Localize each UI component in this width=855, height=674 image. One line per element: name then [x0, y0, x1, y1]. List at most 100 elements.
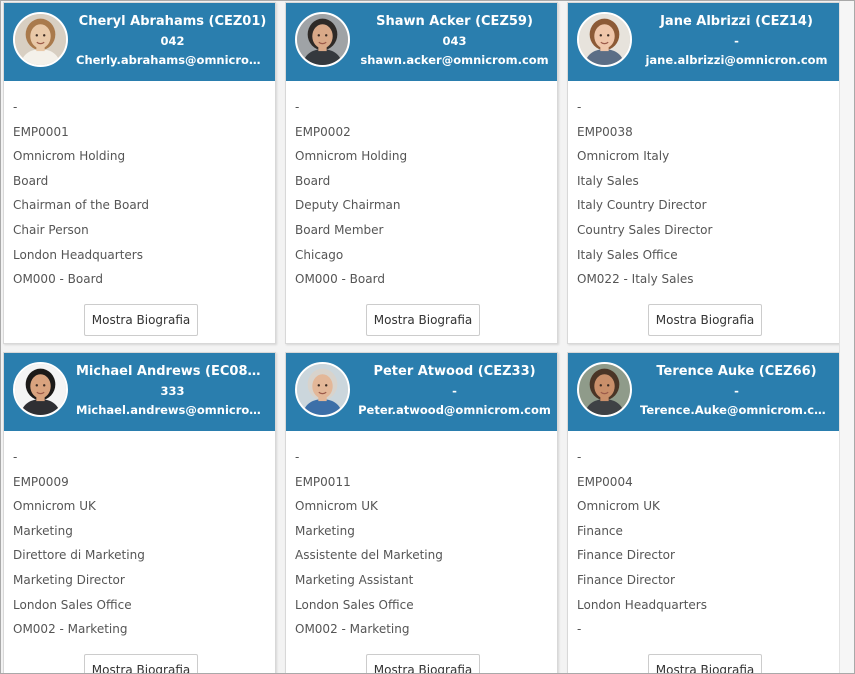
employee-name: Peter Atwood (CEZ33) — [373, 364, 536, 379]
field-department: Marketing — [13, 523, 73, 538]
field-office: Italy Sales Office — [577, 247, 678, 262]
employee-card: Jane Albrizzi (CEZ14) - jane.albrizzi@om… — [567, 2, 840, 344]
person-photo-icon — [15, 364, 66, 415]
employee-name: Jane Albrizzi (CEZ14) — [660, 14, 813, 29]
employee-email: Cherly.abrahams@omnicrom.c... — [76, 53, 269, 67]
field-extension: - — [577, 100, 582, 114]
show-biography-button[interactable]: Mostra Biografia — [648, 304, 762, 336]
field-job-title-local: Finance Director — [577, 548, 675, 563]
field-employee-id: EMP0009 — [13, 474, 69, 489]
employee-code: 042 — [160, 34, 185, 48]
field-cost-center: OM002 - Marketing — [13, 622, 128, 637]
employee-card: Shawn Acker (CEZ59) 043 shawn.acker@omni… — [285, 2, 558, 344]
field-extension: - — [13, 100, 18, 114]
avatar — [295, 362, 350, 417]
employee-email: jane.albrizzi@omnicron.com — [645, 53, 828, 67]
card-details: - EMP0001 Omnicrom Holding Board Chairman of… — [13, 95, 269, 292]
card-header-info: Peter Atwood (CEZ33) - Peter.atwood@omni… — [358, 353, 551, 419]
employee-card: Terence Auke (CEZ66) - Terence.Auke@omni… — [567, 352, 840, 673]
field-cost-center: OM002 - Marketing — [295, 622, 410, 637]
avatar — [13, 362, 68, 417]
field-employee-id: EMP0038 — [577, 124, 633, 139]
field-department: Marketing — [295, 523, 355, 538]
person-photo-icon — [297, 14, 348, 65]
show-biography-button[interactable]: Mostra Biografia — [366, 654, 480, 673]
field-job-title-local: Assistente del Marketing — [295, 548, 443, 563]
show-biography-button[interactable]: Mostra Biografia — [366, 304, 480, 336]
employee-email: Terence.Auke@omnicrom.com — [640, 403, 833, 417]
employee-code: - — [734, 384, 739, 398]
field-office: London Headquarters — [13, 247, 143, 262]
field-extension: - — [577, 450, 582, 464]
card-header-info: Michael Andrews (EC089F95-... 333 Michae… — [76, 353, 269, 419]
person-photo-icon — [579, 364, 630, 415]
employee-cards-view: Cheryl Abrahams (CEZ01) 042 Cherly.abrah… — [0, 0, 855, 674]
employee-email: Michael.andrews@omnicrom.c... — [76, 403, 269, 417]
field-job-title: Board Member — [295, 222, 384, 237]
field-company: Omnicrom Holding — [295, 149, 408, 164]
employee-email: shawn.acker@omnicrom.com — [360, 53, 549, 67]
field-cost-center: OM022 - Italy Sales — [577, 272, 694, 287]
field-job-title: Country Sales Director — [577, 222, 713, 237]
employee-name: Shawn Acker (CEZ59) — [376, 14, 533, 29]
field-job-title-local: Italy Country Director — [577, 198, 707, 213]
field-department: Italy Sales — [577, 173, 639, 188]
employee-card: Peter Atwood (CEZ33) - Peter.atwood@omni… — [285, 352, 558, 673]
employee-name: Terence Auke (CEZ66) — [656, 364, 817, 379]
field-company: Omnicrom UK — [295, 499, 378, 514]
card-header-info: Shawn Acker (CEZ59) 043 shawn.acker@omni… — [358, 3, 551, 69]
field-extension: - — [295, 100, 300, 114]
card-header: Cheryl Abrahams (CEZ01) 042 Cherly.abrah… — [4, 3, 275, 81]
employee-code: 333 — [160, 384, 185, 398]
show-biography-button[interactable]: Mostra Biografia — [648, 654, 762, 673]
employee-card: Michael Andrews (EC089F95-... 333 Michae… — [3, 352, 276, 673]
field-office: London Headquarters — [577, 597, 707, 612]
card-header: Terence Auke (CEZ66) - Terence.Auke@omni… — [568, 353, 839, 431]
avatar — [295, 12, 350, 67]
card-header: Jane Albrizzi (CEZ14) - jane.albrizzi@om… — [568, 3, 839, 81]
field-company: Omnicrom Holding — [13, 149, 126, 164]
person-photo-icon — [15, 14, 66, 65]
field-extension: - — [295, 450, 300, 464]
field-office: London Sales Office — [295, 597, 414, 612]
person-photo-icon — [579, 14, 630, 65]
card-header: Peter Atwood (CEZ33) - Peter.atwood@omni… — [286, 353, 557, 431]
field-office: London Sales Office — [13, 597, 132, 612]
employee-name: Michael Andrews (EC089F95-... — [76, 364, 269, 379]
show-biography-button[interactable]: Mostra Biografia — [84, 304, 198, 336]
field-employee-id: EMP0004 — [577, 474, 633, 489]
card-header-info: Cheryl Abrahams (CEZ01) 042 Cherly.abrah… — [76, 3, 269, 69]
field-job-title: Chair Person — [13, 222, 89, 237]
show-biography-button[interactable]: Mostra Biografia — [84, 654, 198, 673]
field-department: Board — [13, 173, 49, 188]
card-header: Shawn Acker (CEZ59) 043 shawn.acker@omni… — [286, 3, 557, 81]
avatar — [13, 12, 68, 67]
field-company: Omnicrom UK — [13, 499, 96, 514]
field-job-title: Marketing Assistant — [295, 572, 414, 587]
card-header-info: Terence Auke (CEZ66) - Terence.Auke@omni… — [640, 353, 833, 419]
employee-card: Cheryl Abrahams (CEZ01) 042 Cherly.abrah… — [3, 2, 276, 344]
field-job-title-local: Direttore di Marketing — [13, 548, 145, 563]
card-details: - EMP0009 Omnicrom UK Marketing Direttore di… — [13, 445, 269, 642]
field-employee-id: EMP0002 — [295, 124, 351, 139]
field-employee-id: EMP0011 — [295, 474, 351, 489]
field-department: Board — [295, 173, 331, 188]
field-department: Finance — [577, 523, 623, 538]
person-photo-icon — [297, 364, 348, 415]
field-office: Chicago — [295, 247, 344, 262]
field-employee-id: EMP0001 — [13, 124, 69, 139]
card-details: - EMP0002 Omnicrom Holding Board Deputy Chai… — [295, 95, 551, 292]
field-job-title-local: Deputy Chairman — [295, 198, 401, 213]
field-job-title-local: Chairman of the Board — [13, 198, 150, 213]
employee-code: 043 — [442, 34, 467, 48]
field-job-title: Finance Director — [577, 572, 675, 587]
field-company: Omnicrom UK — [577, 499, 660, 514]
card-header: Michael Andrews (EC089F95-... 333 Michae… — [4, 353, 275, 431]
scrollbar-track[interactable] — [839, 1, 854, 673]
employee-name: Cheryl Abrahams (CEZ01) — [78, 14, 267, 29]
avatar — [577, 362, 632, 417]
field-company: Omnicrom Italy — [577, 149, 670, 164]
field-cost-center: OM000 - Board — [295, 272, 385, 287]
field-cost-center: OM000 - Board — [13, 272, 103, 287]
field-extension: - — [13, 450, 18, 464]
